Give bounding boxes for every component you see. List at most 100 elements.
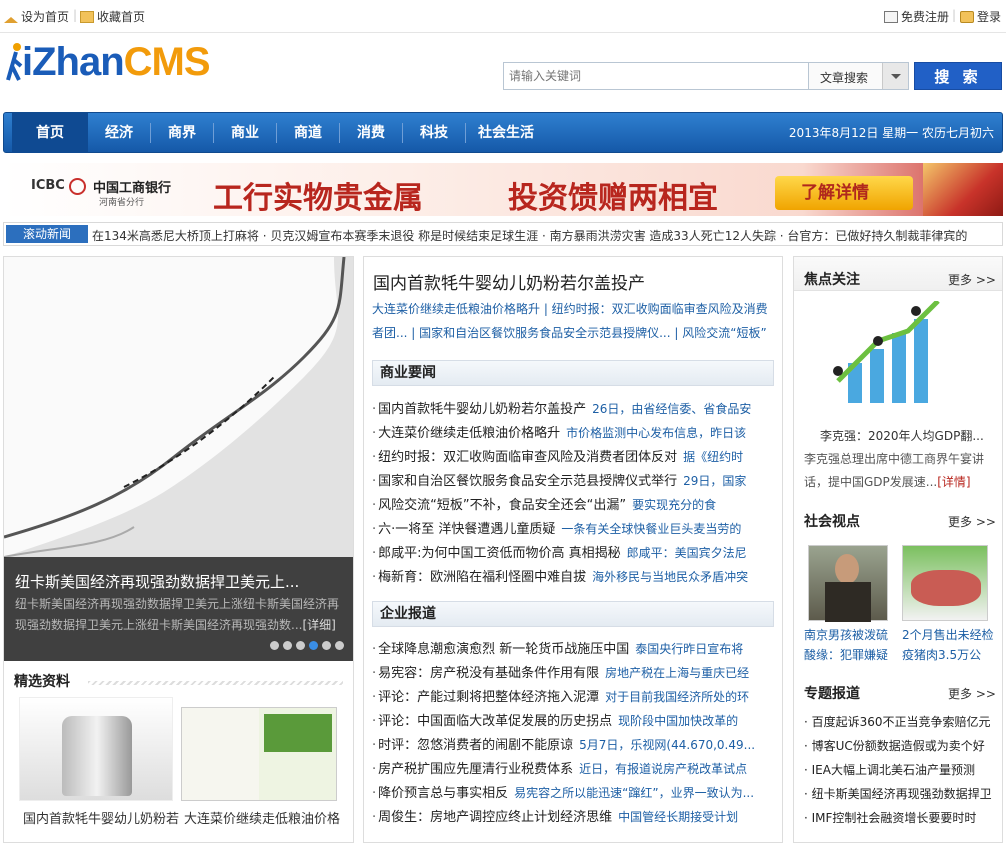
headline-title[interactable]: 国内首款牦牛婴幼儿奶粉若尔盖投产 bbox=[373, 269, 645, 294]
site-logo[interactable]: iZhanCMS bbox=[6, 40, 211, 84]
special-item[interactable]: · IMF控制社会融资增长要要时时 bbox=[804, 808, 1000, 828]
logo-text-cms: CMS bbox=[123, 40, 211, 84]
news-row[interactable]: · 风险交流“短板”不补，食品安全还会“出漏” 要实现充分的食 bbox=[372, 494, 772, 516]
ticker-label: 滚动新闻 bbox=[6, 225, 88, 243]
topbar-divider: | bbox=[952, 8, 957, 22]
opinion-more-link[interactable]: 更多 >> bbox=[948, 513, 996, 530]
focus-desc: 李克强总理出席中德工商界午宴讲话，提中国GDP发展速...[详情] bbox=[804, 452, 985, 489]
business-news-header: 商业要闻 bbox=[372, 360, 774, 386]
banner-gold-image bbox=[923, 163, 1003, 216]
special-item[interactable]: · IEA大幅上调北美石油产量预测 bbox=[804, 760, 1000, 780]
folder-icon bbox=[80, 11, 94, 23]
left-column: 纽卡斯美国经济再现强劲数据捍卫美元上... 纽卡斯美国经济再现强劲数据捍卫美元上… bbox=[3, 256, 354, 843]
selected-image-1[interactable] bbox=[19, 697, 173, 801]
nav-item-business-way[interactable]: 商道 bbox=[277, 113, 339, 153]
search-button[interactable]: 搜 索 bbox=[914, 62, 1002, 90]
bookmark-link[interactable]: 收藏首页 bbox=[80, 8, 145, 25]
slide-dot[interactable] bbox=[270, 641, 279, 650]
slide-desc-text: 纽卡斯美国经济再现强劲数据捍卫美元上涨纽卡斯美国经济再现强劲数据捍卫美元上涨纽卡… bbox=[15, 597, 340, 632]
opinion-image-2[interactable] bbox=[902, 545, 988, 621]
news-row[interactable]: · 郎咸平:为何中国工资低而物价高 真相揭秘 郎咸平：美国宾夕法尼 bbox=[372, 542, 772, 564]
nav-item-consumption[interactable]: 消费 bbox=[340, 113, 402, 153]
nav-item-economy[interactable]: 经济 bbox=[88, 113, 150, 153]
news-ticker: 滚动新闻 在134米高悉尼大桥顶上打麻将 · 贝克汉姆宣布本赛季末退役 称是时候… bbox=[3, 222, 1003, 246]
slideshow[interactable]: 纽卡斯美国经济再现强劲数据捍卫美元上... 纽卡斯美国经济再现强劲数据捍卫美元上… bbox=[4, 257, 353, 661]
slide-dot-active[interactable] bbox=[309, 641, 318, 650]
news-row[interactable]: · 纽约时报：双汇收购面临审查风险及消费者团体反对 据《纽约时 bbox=[372, 446, 772, 468]
nav-item-home[interactable]: 首页 bbox=[12, 113, 88, 153]
news-row[interactable]: · 全球降息潮愈演愈烈 新一轮货币战施压中国 泰国央行昨日宣布将 bbox=[372, 638, 772, 660]
opinion-title: 社会视点 bbox=[804, 514, 860, 530]
focus-caption[interactable]: 李克强：2020年人均GDP翻... bbox=[820, 427, 984, 444]
special-item[interactable]: · 百度起诉360不正当竞争索赔亿元 bbox=[804, 712, 1000, 732]
banner-cta-button[interactable]: 了解详情 bbox=[775, 176, 913, 210]
news-row[interactable]: · 周俊生：房地产调控应终止计划经济思维 中国管经长期接受计划 bbox=[372, 806, 772, 828]
headline-links[interactable]: 大连菜价继续走低粮油价格略升 | 纽约时报：双汇收购面临审查风险及消费 bbox=[372, 300, 777, 317]
special-item[interactable]: · 博客UC份额数据造假或为卖个好 bbox=[804, 736, 1000, 756]
news-row[interactable]: · 评论：产能过剩将把整体经济拖入泥潭 对于目前我国经济所处的环 bbox=[372, 686, 772, 708]
set-home-link[interactable]: 设为首页 bbox=[4, 8, 69, 25]
slide-dot[interactable] bbox=[296, 641, 305, 650]
ticker-text[interactable]: 在134米高悉尼大桥顶上打麻将 · 贝克汉姆宣布本赛季末退役 称是时候结束足球生… bbox=[92, 227, 967, 244]
slide-dot[interactable] bbox=[283, 641, 292, 650]
special-more-link[interactable]: 更多 >> bbox=[948, 685, 996, 702]
focus-detail-link[interactable]: [详情] bbox=[937, 475, 970, 489]
nav-item-commerce[interactable]: 商业 bbox=[214, 113, 276, 153]
news-row[interactable]: · 易宪容：房产税没有基础条件作用有限 房地产税在上海与重庆已经 bbox=[372, 662, 772, 684]
banner-branch: 河南省分行 bbox=[99, 198, 145, 208]
opinion-caption[interactable]: 南京男孩被泼硫酸缘：犯罪嫌疑 bbox=[804, 625, 892, 665]
slide-title[interactable]: 纽卡斯美国经济再现强劲数据捍卫美元上... bbox=[15, 571, 299, 592]
middle-column: 国内首款牦牛婴幼儿奶粉若尔盖投产 大连菜价继续走低粮油价格略升 | 纽约时报：双… bbox=[363, 256, 783, 843]
news-row[interactable]: · 降价预言总与事实相反 易宪容之所以能迅速“蹿红”，业界一致认为... bbox=[372, 782, 772, 804]
topbar-divider: | bbox=[73, 8, 78, 22]
headline-links[interactable]: 者团... | 国家和自治区餐饮服务食品安全示范县授牌仪... | 风险交流“短… bbox=[372, 324, 777, 341]
news-row[interactable]: · 时评：忽悠消费者的闹剧不能原谅 5月7日，乐视网(44.670,0.49... bbox=[372, 734, 772, 756]
focus-more-link[interactable]: 更多 >> bbox=[948, 271, 996, 288]
search-type-label: 文章搜索 bbox=[820, 71, 869, 85]
nav-date: 2013年8月12日 星期一 农历七月初六 bbox=[788, 126, 994, 140]
nav-item-tech[interactable]: 科技 bbox=[403, 113, 465, 153]
nav-item-society[interactable]: 社会生活 bbox=[466, 113, 546, 153]
register-link[interactable]: 免费注册 bbox=[884, 8, 949, 25]
slide-detail-link[interactable]: [详细] bbox=[302, 618, 335, 632]
section-decor bbox=[88, 681, 343, 685]
slide-dot[interactable] bbox=[322, 641, 331, 650]
news-row[interactable]: · 评论：中国面临大改革促发展的历史拐点 现阶段中国加快改革的 bbox=[372, 710, 772, 732]
runner-icon bbox=[6, 43, 23, 81]
chevron-down-icon bbox=[882, 63, 908, 89]
icbc-logo-icon bbox=[69, 178, 86, 195]
news-row[interactable]: · 大连菜价继续走低粮油价格略升 市价格监测中心发布信息，昨日该 bbox=[372, 422, 772, 444]
logo-text-izhan: iZhan bbox=[22, 40, 125, 84]
news-row[interactable]: · 梅新育：欧洲陷在福利怪圈中难自拔 海外移民与当地民众矛盾冲突 bbox=[372, 566, 772, 588]
news-row[interactable]: · 国内首款牦牛婴幼儿奶粉若尔盖投产 26日，由省经信委、省食品安 bbox=[372, 398, 772, 420]
special-title: 专题报道 bbox=[804, 686, 860, 702]
right-column: 焦点关注 更多 >> 李克强：2020年人均GDP翻... 李克强总理出席中德工… bbox=[793, 256, 1003, 843]
news-row[interactable]: · 六·一将至 洋快餐遭遇儿童质疑 一条有关全球快餐业巨头麦当劳的 bbox=[372, 518, 772, 540]
selected-caption[interactable]: 国内首款牦牛婴幼儿奶粉若 bbox=[23, 808, 179, 827]
slide-description: 纽卡斯美国经济再现强劲数据捍卫美元上涨纽卡斯美国经济再现强劲数据捍卫美元上涨纽卡… bbox=[15, 594, 345, 636]
main-nav: 首页 经济 商界 商业 商道 消费 科技 社会生活 2013年8月12日 星期一… bbox=[3, 112, 1003, 153]
banner-bank-cn: 中国工商银行 bbox=[93, 181, 172, 196]
divider bbox=[0, 32, 1006, 33]
focus-title: 焦点关注 bbox=[804, 272, 860, 288]
opinion-caption[interactable]: 2个月售出未经检疫猪肉3.5万公 bbox=[902, 625, 994, 665]
nav-item-business-circle[interactable]: 商界 bbox=[151, 113, 213, 153]
slide-dot[interactable] bbox=[335, 641, 344, 650]
slide-caption: 纽卡斯美国经济再现强劲数据捍卫美元上... 纽卡斯美国经济再现强劲数据捍卫美元上… bbox=[4, 557, 353, 661]
selected-title: 精选资料 bbox=[14, 674, 70, 690]
banner-bank-en: ICBC bbox=[31, 178, 65, 193]
search-input[interactable] bbox=[503, 62, 809, 90]
search-type-select[interactable]: 文章搜索 bbox=[809, 62, 909, 90]
special-item[interactable]: · 纽卡斯美国经济再现强劲数据捍卫 bbox=[804, 784, 1000, 804]
opinion-image-1[interactable] bbox=[808, 545, 888, 622]
news-row[interactable]: · 国家和自治区餐饮服务食品安全示范县授牌仪式举行 29日，国家 bbox=[372, 470, 772, 492]
selected-image-2[interactable] bbox=[181, 707, 337, 801]
home-icon bbox=[4, 17, 18, 23]
banner-slogan-1: 工行实物贵金属 bbox=[213, 181, 423, 216]
login-link[interactable]: 登录 bbox=[960, 8, 1001, 25]
news-row[interactable]: · 房产税扩围应先厘清行业税费体系 近日，有报道说房产税改革试点 bbox=[372, 758, 772, 780]
focus-image[interactable] bbox=[818, 299, 944, 411]
selected-caption[interactable]: 大连菜价继续走低粮油价格 bbox=[184, 808, 340, 827]
ad-banner[interactable]: ICBC 中国工商银行 河南省分行 工行实物贵金属 投资馈赠两相宜 了解详情 bbox=[3, 163, 1003, 216]
lock-icon bbox=[960, 11, 974, 23]
